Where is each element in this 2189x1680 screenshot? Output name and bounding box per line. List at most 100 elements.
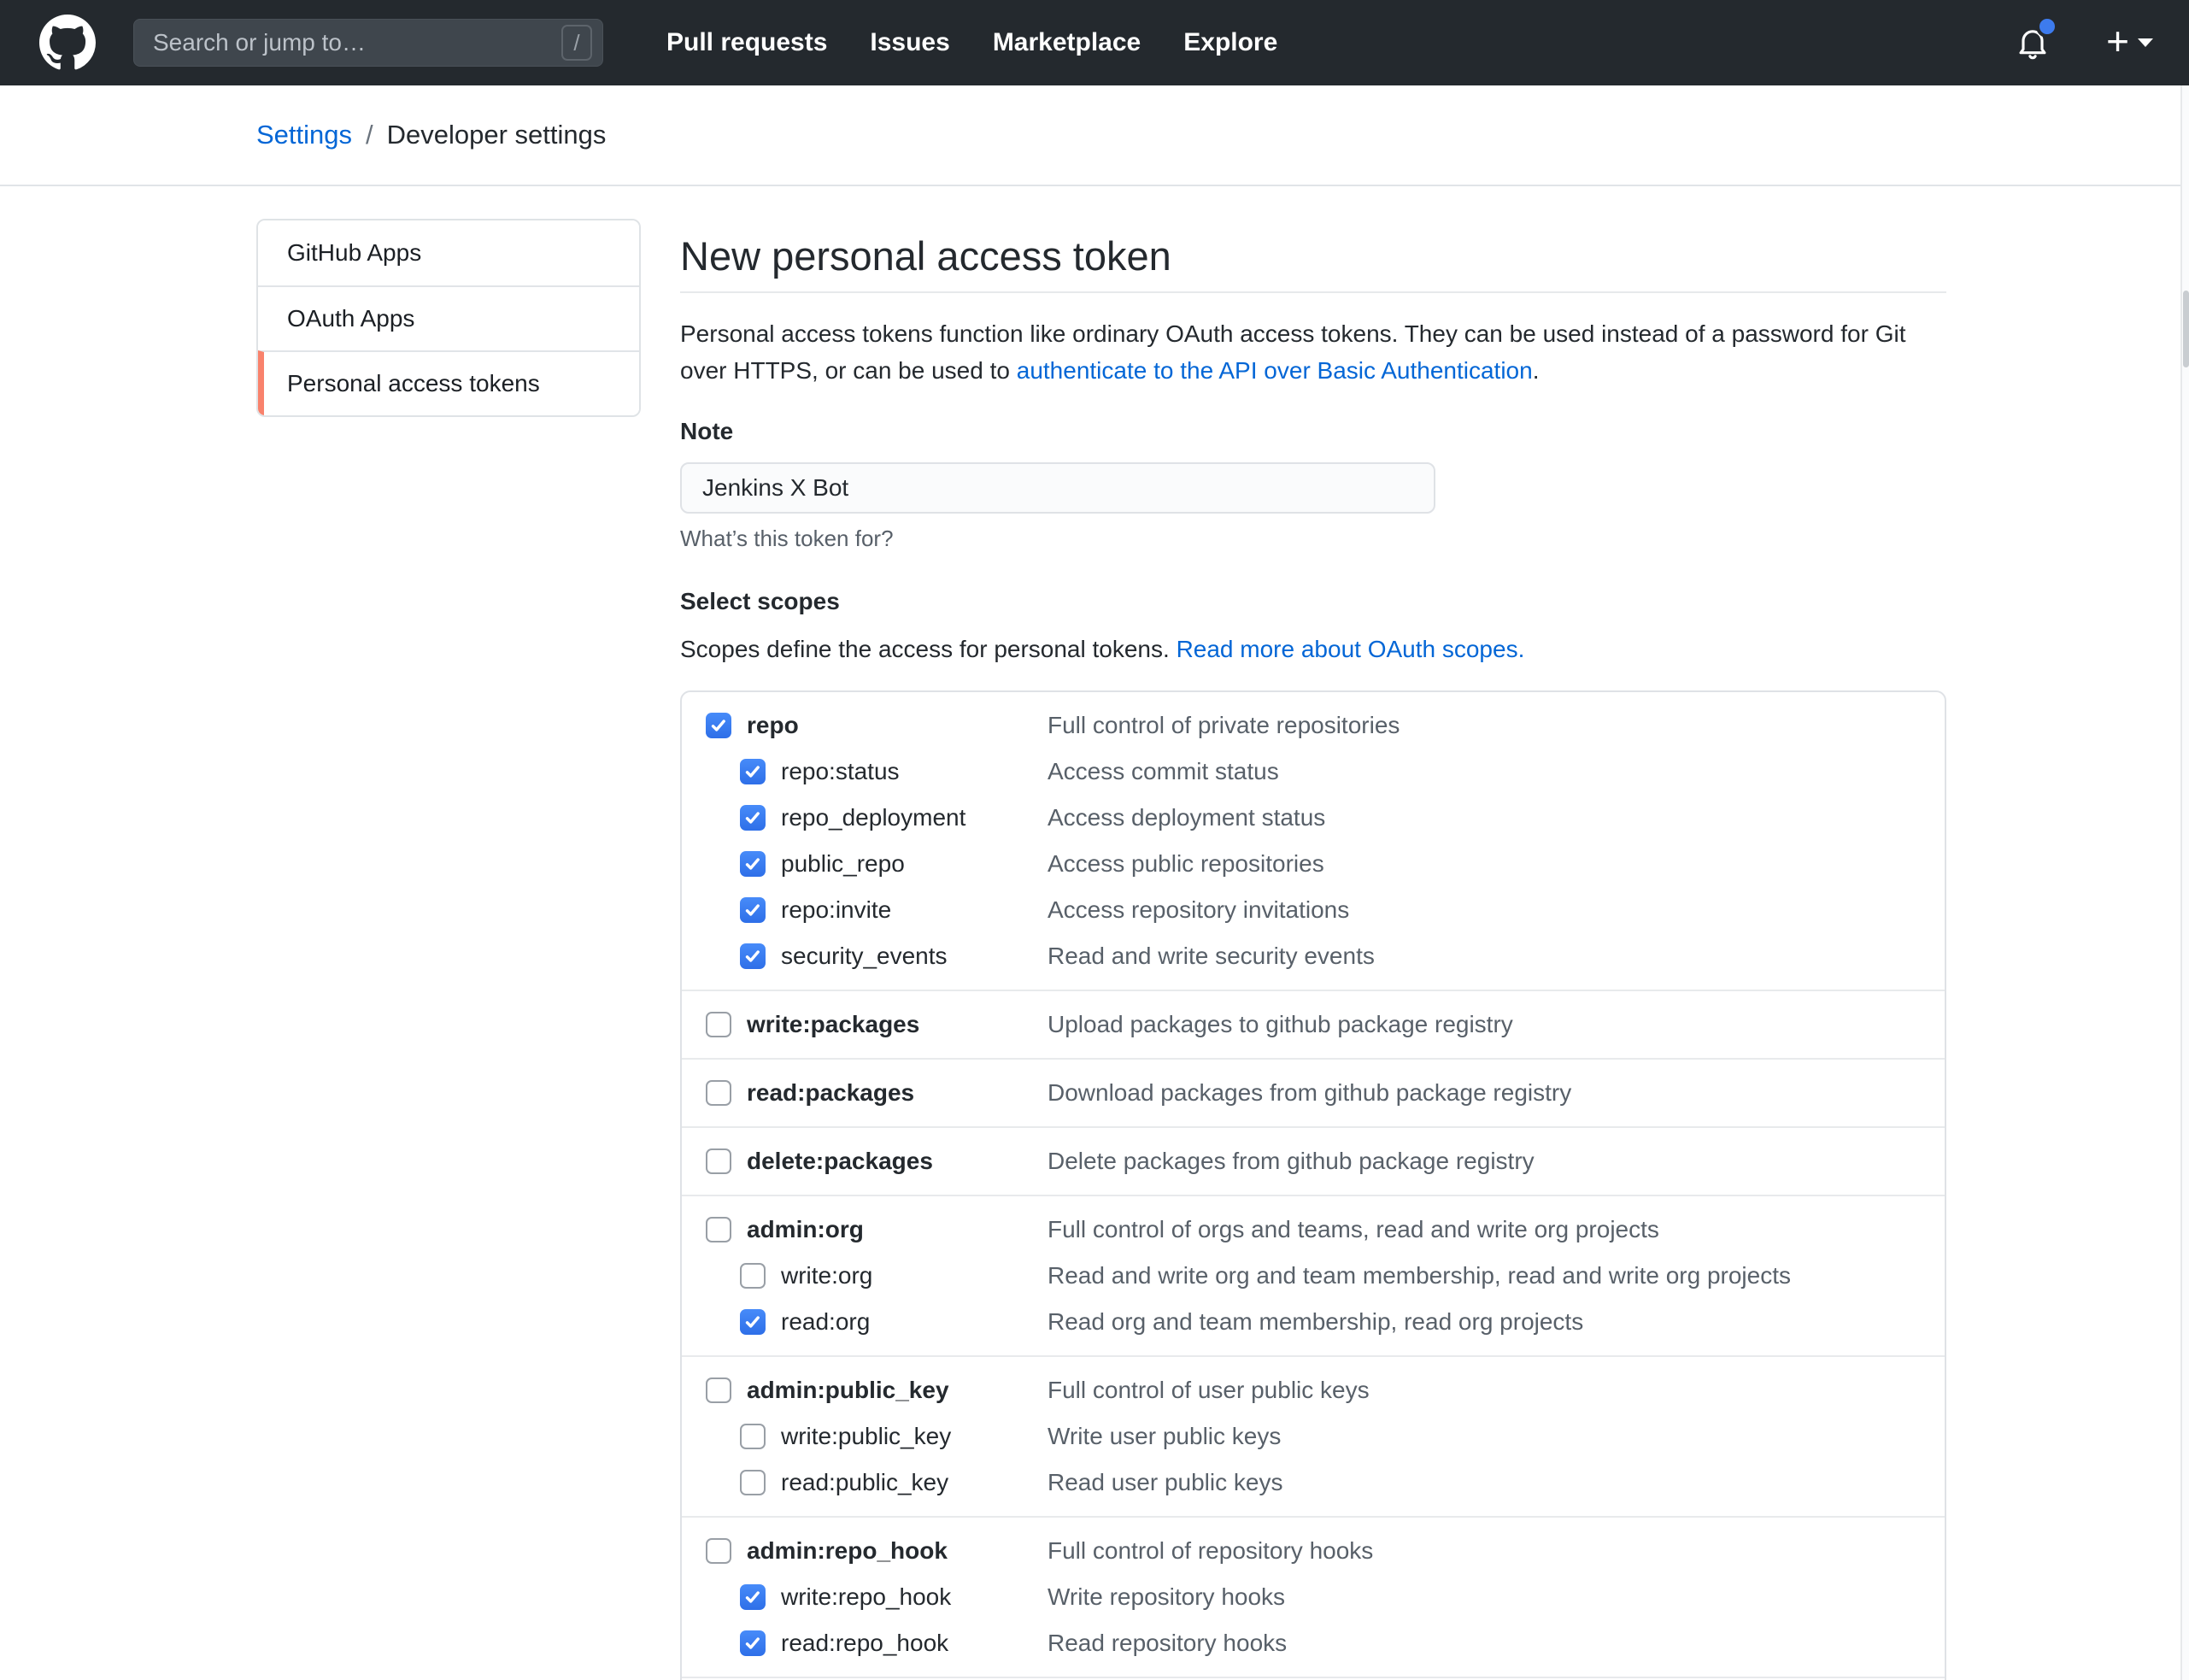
scope-name: repo (747, 712, 799, 739)
check-icon (709, 716, 728, 735)
page-title: New personal access token (680, 232, 1946, 293)
scope-name: write:org (781, 1262, 872, 1289)
scope-label-cell: write:org (682, 1262, 1048, 1289)
scope-row-admin:org: admin:orgFull control of orgs and teams,… (682, 1207, 1945, 1253)
scope-label-cell: write:public_key (682, 1423, 1048, 1450)
scope-description: Access deployment status (1048, 804, 1325, 831)
checkbox-read:org[interactable] (740, 1309, 766, 1335)
scope-description: Download packages from github package re… (1048, 1079, 1571, 1107)
scope-row-public_repo: public_repo Access public repositories (682, 841, 1945, 887)
sidebar-item-oauth-apps[interactable]: OAuth Apps (258, 285, 639, 350)
breadcrumb-current-page: Developer settings (387, 120, 607, 150)
scope-group-delete:packages: delete:packages Delete packages from gith… (682, 1126, 1945, 1195)
scope-description: Access commit status (1048, 758, 1279, 785)
scope-name: delete:packages (747, 1148, 933, 1175)
scopes-checklist: repoFull control of private repositories… (680, 690, 1946, 1680)
nav-link-explore[interactable]: Explore (1183, 28, 1277, 57)
scope-label-cell: write:repo_hook (682, 1583, 1048, 1611)
sidebar-item-personal-access-tokens[interactable]: Personal access tokens (258, 350, 639, 415)
checkbox-security_events[interactable] (740, 943, 766, 969)
checkbox-admin:repo_hook[interactable] (706, 1538, 731, 1564)
checkbox-delete:packages[interactable] (706, 1148, 731, 1174)
scope-group-repo: repoFull control of private repositories… (682, 692, 1945, 990)
scope-description: Full control of repository hooks (1048, 1537, 1373, 1565)
breadcrumb: Settings / Developer settings (256, 120, 606, 150)
checkbox-write:repo_hook[interactable] (740, 1584, 766, 1610)
scope-description: Access public repositories (1048, 850, 1324, 878)
scope-label-cell: admin:org (682, 1216, 1048, 1243)
checkbox-admin:public_key[interactable] (706, 1377, 731, 1403)
github-logo-icon[interactable] (39, 15, 96, 71)
check-icon (743, 1588, 762, 1607)
developer-settings-sidebar: GitHub Apps OAuth Apps Personal access tok… (256, 219, 641, 417)
scrollbar-thumb[interactable] (2183, 291, 2189, 367)
scope-row-repo:status: repo:statusAccess commit status (682, 749, 1945, 795)
sidebar-item-label: GitHub Apps (287, 239, 421, 267)
intro-paragraph: Personal access tokens function like ord… (680, 315, 1946, 389)
main-panel: New personal access token Personal acces… (680, 219, 1946, 1680)
basic-auth-link[interactable]: authenticate to the API over Basic Authe… (1017, 357, 1533, 384)
checkbox-write:public_key[interactable] (740, 1424, 766, 1449)
scope-description: Read and write org and team membership, … (1048, 1262, 1791, 1289)
scope-label-cell: read:org (682, 1308, 1048, 1336)
check-icon (743, 1313, 762, 1331)
top-navigation-bar: / Pull requestsIssuesMarketplaceExplore … (0, 0, 2189, 85)
checkbox-admin:org[interactable] (706, 1217, 731, 1242)
scope-label-cell: repo:invite (682, 896, 1048, 924)
scope-group-write:packages: write:packagesUpload packages to github … (682, 990, 1945, 1058)
header-nav: Pull requests Issues Marketplace Explore (666, 28, 1277, 57)
scope-row-read:repo_hook: read:repo_hookRead repository hooks (682, 1620, 1945, 1666)
scope-description: Write repository hooks (1048, 1583, 1285, 1611)
sidebar-item-label: OAuth Apps (287, 305, 414, 332)
scopes-description: Scopes define the access for personal to… (680, 636, 1946, 663)
scope-description: Upload packages to github package regist… (1048, 1011, 1513, 1038)
note-help-text: What’s this token for? (680, 526, 1946, 552)
scope-group-admin:org_hook: admin:org_hookFull control of organizati… (682, 1677, 1945, 1680)
note-input[interactable] (680, 462, 1435, 514)
scope-description: Write user public keys (1048, 1423, 1281, 1450)
note-label: Note (680, 418, 1946, 445)
breadcrumb-bar: Settings / Developer settings (0, 85, 2189, 186)
chevron-down-icon (2138, 38, 2153, 47)
slash-shortcut-hint: / (561, 25, 592, 61)
scope-description: Read user public keys (1048, 1469, 1282, 1496)
check-icon (743, 855, 762, 873)
scopes-text: Scopes define the access for personal to… (680, 636, 1177, 662)
unread-notification-dot (2036, 15, 2058, 38)
checkbox-repo:status[interactable] (740, 759, 766, 784)
scope-row-repo:invite: repo:inviteAccess repository invitations (682, 887, 1945, 933)
checkbox-read:repo_hook[interactable] (740, 1630, 766, 1656)
scope-name: security_events (781, 943, 948, 970)
scope-name: read:public_key (781, 1469, 948, 1496)
notifications-button[interactable] (2014, 24, 2051, 62)
scope-group-admin:repo_hook: admin:repo_hookFull control of repositor… (682, 1516, 1945, 1677)
scope-label-cell: security_events (682, 943, 1048, 970)
scope-name: public_repo (781, 850, 905, 878)
checkbox-read:packages[interactable] (706, 1080, 731, 1106)
plus-icon: + (2106, 21, 2129, 61)
checkbox-public_repo[interactable] (740, 851, 766, 877)
search-input[interactable] (153, 29, 561, 56)
breadcrumb-settings-link[interactable]: Settings (256, 120, 352, 150)
page-scrollbar[interactable] (2180, 85, 2189, 1680)
nav-link-pull-requests[interactable]: Pull requests (666, 28, 827, 57)
global-search-box[interactable]: / (133, 19, 603, 67)
scope-name: admin:public_key (747, 1377, 949, 1404)
scope-label-cell: read:repo_hook (682, 1630, 1048, 1657)
nav-link-issues[interactable]: Issues (870, 28, 949, 57)
checkbox-write:org[interactable] (740, 1263, 766, 1289)
checkbox-repo_deployment[interactable] (740, 805, 766, 831)
oauth-scopes-link[interactable]: Read more about OAuth scopes. (1177, 636, 1525, 662)
scope-description: Delete packages from github package regi… (1048, 1148, 1535, 1175)
scope-description: Read org and team membership, read org p… (1048, 1308, 1583, 1336)
check-icon (743, 947, 762, 966)
checkbox-repo:invite[interactable] (740, 897, 766, 923)
checkbox-write:packages[interactable] (706, 1012, 731, 1037)
scope-label-cell: read:packages (682, 1079, 1048, 1107)
checkbox-read:public_key[interactable] (740, 1470, 766, 1495)
nav-link-marketplace[interactable]: Marketplace (993, 28, 1141, 57)
sidebar-item-github-apps[interactable]: GitHub Apps (258, 220, 639, 285)
checkbox-repo[interactable] (706, 713, 731, 738)
scope-row-write:org: write:org Read and write org and team mem… (682, 1253, 1945, 1299)
create-new-dropdown[interactable]: + (2106, 25, 2153, 61)
